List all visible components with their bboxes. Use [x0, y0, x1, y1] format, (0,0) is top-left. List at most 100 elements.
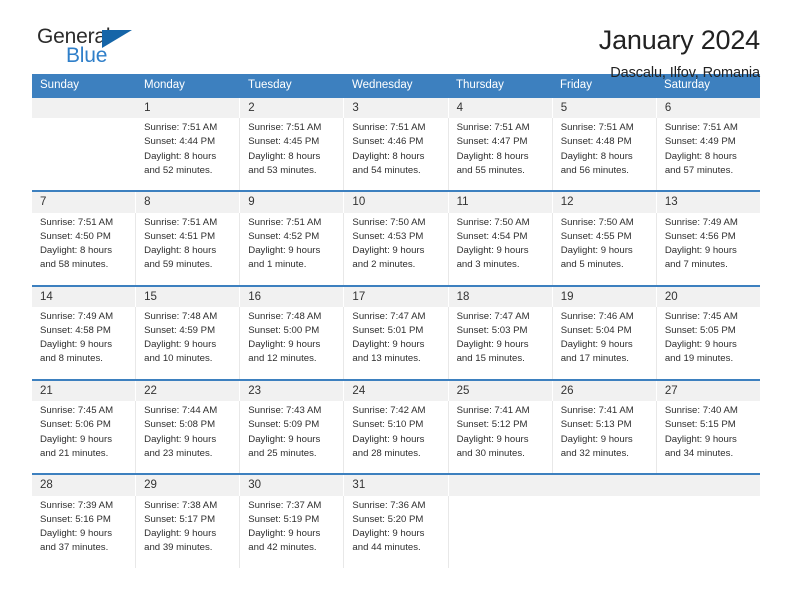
- day-number[interactable]: 30: [240, 475, 345, 496]
- day-of-week-thursday: Thursday: [456, 79, 504, 91]
- day-number[interactable]: 19: [553, 286, 657, 307]
- day-cell[interactable]: Sunrise: 7:51 AM Sunset: 4:48 PM Daylight:…: [553, 118, 657, 191]
- calendar-week-row: 28 29 30 31 Sunrise: 7:39 AM Sunset: 5:16 PM D…: [32, 473, 760, 568]
- day-number[interactable]: 1: [136, 97, 241, 119]
- sunset-line: Sunset: 5:16 PM: [40, 513, 111, 525]
- day-number[interactable]: 15: [136, 286, 241, 307]
- sunset-line: Sunset: 4:44 PM: [144, 136, 216, 148]
- sunset-line: Sunset: 4:53 PM: [352, 230, 424, 242]
- day-cell[interactable]: Sunrise: 7:47 AM Sunset: 5:01 PM Daylight:…: [344, 306, 449, 379]
- day-cell[interactable]: Sunrise: 7:41 AM Sunset: 5:13 PM Daylight:…: [553, 401, 657, 474]
- sunrise-line: Sunrise: 7:47 AM: [352, 310, 426, 322]
- day-number[interactable]: 5: [553, 97, 657, 119]
- day-cell[interactable]: Sunrise: 7:45 AM Sunset: 5:06 PM Daylight:…: [32, 401, 137, 474]
- week-date-number-row: 14 15 16 17 18 19 20: [32, 286, 760, 307]
- day-cell[interactable]: Sunrise: 7:48 AM Sunset: 5:00 PM Daylight:…: [240, 306, 345, 379]
- day-number[interactable]: 16: [240, 286, 345, 307]
- daylight-line: Daylight: 8 hours: [144, 150, 217, 162]
- daylight-line: Daylight: 9 hours: [352, 433, 425, 445]
- day-cell[interactable]: Sunrise: 7:51 AM Sunset: 4:47 PM Daylight:…: [449, 118, 553, 191]
- day-cell[interactable]: Sunrise: 7:36 AM Sunset: 5:20 PM Daylight:…: [344, 495, 449, 568]
- day-number[interactable]: 2: [240, 97, 345, 119]
- calendar-grid: Sunday Monday Tuesday Wednesday Thursday Frid…: [32, 74, 760, 568]
- day-cell[interactable]: Sunrise: 7:51 AM Sunset: 4:44 PM Daylight:…: [136, 118, 241, 191]
- day-number[interactable]: 31: [344, 475, 449, 496]
- day-cell[interactable]: Sunrise: 7:51 AM Sunset: 4:49 PM Daylight:…: [657, 118, 760, 190]
- day-cell[interactable]: Sunrise: 7:49 AM Sunset: 4:58 PM Daylight:…: [32, 306, 137, 379]
- daylight-line-cont: and 17 minutes.: [560, 353, 629, 365]
- sunset-line: Sunset: 5:13 PM: [560, 419, 632, 431]
- day-cell[interactable]: Sunrise: 7:43 AM Sunset: 5:09 PM Daylight:…: [240, 401, 345, 474]
- day-cell[interactable]: Sunrise: 7:51 AM Sunset: 4:45 PM Daylight:…: [240, 118, 345, 191]
- day-number[interactable]: 20: [657, 287, 760, 307]
- daylight-line: Daylight: 9 hours: [248, 433, 321, 445]
- day-of-week-saturday: Saturday: [664, 79, 711, 91]
- day-cell[interactable]: Sunrise: 7:47 AM Sunset: 5:03 PM Daylight:…: [449, 306, 553, 379]
- day-cell[interactable]: Sunrise: 7:38 AM Sunset: 5:17 PM Daylight:…: [136, 495, 241, 568]
- daylight-line-cont: and 10 minutes.: [144, 353, 213, 365]
- sunrise-line: Sunrise: 7:36 AM: [352, 499, 426, 511]
- day-cell[interactable]: Sunrise: 7:51 AM Sunset: 4:51 PM Daylight:…: [136, 212, 241, 285]
- daylight-line-cont: and 56 minutes.: [560, 164, 629, 176]
- daylight-line: Daylight: 9 hours: [144, 528, 217, 540]
- sunset-line: Sunset: 5:10 PM: [352, 419, 424, 431]
- day-number[interactable]: 27: [657, 381, 760, 401]
- calendar-week-row: 1 2 3 4 5 6 Sunrise: 7:51 AM Sunset: 4:44 PM Day…: [32, 97, 760, 191]
- day-cell[interactable]: Sunrise: 7:50 AM Sunset: 4:54 PM Daylight:…: [449, 212, 553, 285]
- daylight-line: Daylight: 9 hours: [248, 339, 321, 351]
- daylight-line: Daylight: 8 hours: [248, 150, 321, 162]
- day-cell[interactable]: Sunrise: 7:48 AM Sunset: 4:59 PM Daylight:…: [136, 306, 241, 379]
- calendar-week-row: 21 22 23 24 25 26 27 Sunrise: 7:45 AM Sunset: 5:…: [32, 378, 760, 474]
- day-cell[interactable]: Sunrise: 7:50 AM Sunset: 4:53 PM Daylight:…: [344, 212, 449, 285]
- day-number[interactable]: 9: [240, 192, 345, 213]
- day-number[interactable]: 12: [553, 192, 657, 213]
- day-cell[interactable]: Sunrise: 7:51 AM Sunset: 4:52 PM Daylight:…: [240, 212, 345, 285]
- day-number[interactable]: 17: [344, 286, 449, 307]
- day-cell[interactable]: Sunrise: 7:46 AM Sunset: 5:04 PM Daylight:…: [553, 306, 657, 379]
- day-cell[interactable]: Sunrise: 7:37 AM Sunset: 5:19 PM Daylight:…: [240, 495, 345, 568]
- day-cell[interactable]: Sunrise: 7:49 AM Sunset: 4:56 PM Daylight:…: [657, 213, 760, 285]
- day-number[interactable]: 25: [449, 380, 553, 402]
- day-number[interactable]: 29: [136, 475, 241, 496]
- day-number[interactable]: 26: [553, 380, 657, 402]
- day-number[interactable]: 18: [449, 286, 553, 307]
- sunset-line: Sunset: 5:05 PM: [664, 325, 736, 337]
- day-number[interactable]: 28: [32, 475, 137, 496]
- day-cell[interactable]: Sunrise: 7:45 AM Sunset: 5:05 PM Daylight:…: [657, 307, 760, 379]
- day-number[interactable]: 24: [344, 380, 449, 402]
- daylight-line-cont: and 5 minutes.: [560, 259, 624, 271]
- day-cell[interactable]: Sunrise: 7:51 AM Sunset: 4:50 PM Daylight:…: [32, 212, 137, 285]
- daylight-line: Daylight: 9 hours: [40, 528, 112, 540]
- day-number[interactable]: 13: [657, 192, 760, 212]
- day-number[interactable]: 14: [32, 286, 137, 307]
- day-cell[interactable]: Sunrise: 7:51 AM Sunset: 4:46 PM Daylight:…: [344, 118, 449, 191]
- day-number[interactable]: 10: [344, 192, 449, 213]
- day-number[interactable]: 21: [32, 380, 137, 402]
- sunset-line: Sunset: 5:01 PM: [352, 325, 424, 337]
- day-number[interactable]: 4: [449, 97, 553, 119]
- day-cell[interactable]: Sunrise: 7:42 AM Sunset: 5:10 PM Daylight:…: [344, 401, 449, 474]
- daylight-line-cont: and 52 minutes.: [144, 164, 213, 176]
- general-blue-logo[interactable]: General Blue: [32, 26, 157, 66]
- daylight-line: Daylight: 9 hours: [456, 244, 529, 256]
- daylight-line-cont: and 42 minutes.: [248, 542, 317, 554]
- sunrise-line: Sunrise: 7:51 AM: [248, 216, 322, 228]
- day-number[interactable]: 7: [32, 192, 137, 213]
- day-cell[interactable]: Sunrise: 7:44 AM Sunset: 5:08 PM Daylight:…: [136, 401, 241, 474]
- sunrise-line: Sunrise: 7:46 AM: [560, 310, 634, 322]
- day-cell[interactable]: Sunrise: 7:40 AM Sunset: 5:15 PM Daylight:…: [657, 401, 760, 473]
- day-number[interactable]: 23: [240, 380, 345, 402]
- day-number[interactable]: 22: [136, 380, 241, 402]
- day-cell[interactable]: Sunrise: 7:41 AM Sunset: 5:12 PM Daylight:…: [449, 401, 553, 474]
- day-number[interactable]: 11: [449, 192, 553, 213]
- day-number[interactable]: 3: [344, 97, 449, 119]
- sunrise-line: Sunrise: 7:51 AM: [144, 216, 218, 228]
- daylight-line-cont: and 55 minutes.: [456, 164, 525, 176]
- day-of-week-friday: Friday: [560, 79, 592, 91]
- daylight-line: Daylight: 9 hours: [664, 339, 737, 351]
- day-cell[interactable]: Sunrise: 7:50 AM Sunset: 4:55 PM Daylight:…: [553, 212, 657, 285]
- calendar-week-row: 14 15 16 17 18 19 20 Sunrise: 7:49 AM Sunset: 4:…: [32, 284, 760, 379]
- day-number[interactable]: 6: [657, 98, 760, 118]
- day-number[interactable]: 8: [136, 192, 241, 213]
- day-cell[interactable]: Sunrise: 7:39 AM Sunset: 5:16 PM Daylight:…: [32, 495, 137, 568]
